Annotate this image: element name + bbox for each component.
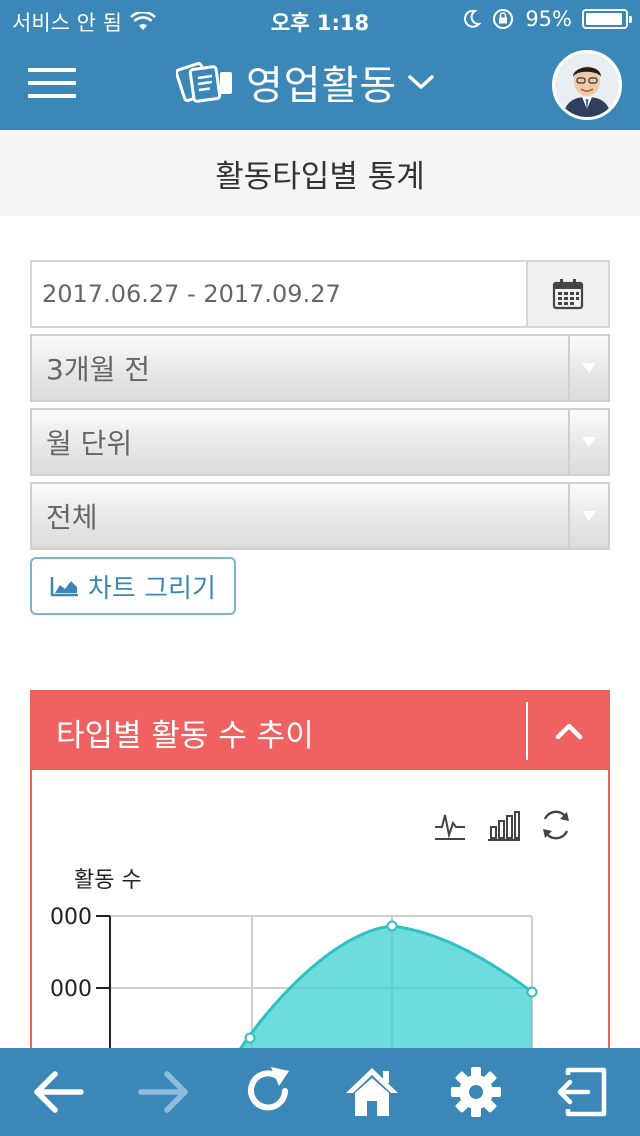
date-range-field [30,260,610,328]
period-select-value: 3개월 전 [46,353,150,386]
home-icon [346,1068,398,1116]
type-select[interactable]: 전체 [30,482,610,550]
battery-icon [582,9,632,29]
refresh-icon [543,810,569,840]
reload-icon [248,1067,289,1111]
bottom-nav-bar [0,1048,640,1136]
data-point [386,920,398,932]
unit-select[interactable]: 월 단위 [30,408,610,476]
dropdown-arrow-icon [568,484,608,548]
status-bar: 서비스 안 됨 오후 1:18 95% [0,0,640,40]
moon-icon [464,9,482,28]
dropdown-arrow-icon [568,410,608,474]
settings-button[interactable] [446,1062,506,1122]
app-title-dropdown[interactable]: 영업활동 [176,52,435,112]
data-point [244,1032,256,1044]
y-tick-label: 000 [50,905,92,930]
back-button[interactable] [28,1062,88,1122]
activity-area-chart: 000 000 [50,905,538,1052]
battery-fill [586,13,622,25]
battery-percent: 95% [525,7,572,31]
panel-title: 타입별 활동 수 추이 [56,718,314,754]
dropdown-arrow-icon [568,336,608,400]
back-arrow-icon [34,1071,84,1113]
forward-arrow-icon [138,1071,188,1113]
page-title: 활동타입별 통계 [215,158,425,195]
chart-y-axis-label: 활동 수 [74,868,142,893]
line-chart-button[interactable] [432,807,468,843]
menu-button[interactable] [28,66,76,100]
chevron-up-icon [555,723,583,740]
period-select[interactable]: 3개월 전 [30,334,610,402]
data-point [526,986,538,998]
app-title: 영업활동 [246,63,398,109]
chevron-down-icon [408,75,434,89]
date-range-input[interactable] [32,262,526,326]
draw-chart-label: 차트 그리기 [88,573,216,604]
reload-button[interactable] [238,1062,298,1122]
page-subheader: 활동타입별 통계 [0,130,640,216]
settings-gear-icon [451,1067,501,1117]
user-avatar[interactable] [552,50,622,120]
line-chart-icon [435,814,465,840]
calendar-button[interactable] [526,262,608,326]
forward-button[interactable] [134,1062,194,1122]
panel-divider [526,702,528,760]
collapse-button[interactable] [530,692,608,770]
y-tick-label: 000 [50,977,92,1002]
panel-header: 타입별 활동 수 추이 [32,692,608,770]
refresh-chart-button[interactable] [538,807,574,843]
avatar-photo [555,53,619,117]
business-cards-icon [176,62,232,103]
calendar-icon [552,279,584,310]
logout-button[interactable] [552,1062,612,1122]
status-right: 95% [463,7,632,31]
bar-chart-icon [488,811,520,841]
draw-chart-button[interactable]: 차트 그리기 [30,557,236,615]
type-select-value: 전체 [46,501,98,534]
rotation-lock-icon [493,9,514,29]
unit-select-value: 월 단위 [46,427,133,460]
bar-chart-button[interactable] [486,807,522,843]
screen: 서비스 안 됨 오후 1:18 95% 영업활동 활동타입별 통계 2017.0… [0,0,640,1136]
hamburger-icon [28,68,76,72]
home-button[interactable] [342,1062,402,1122]
logout-icon [557,1067,607,1117]
app-header: 서비스 안 됨 오후 1:18 95% 영업활동 [0,0,640,130]
area-chart-icon [50,577,78,597]
